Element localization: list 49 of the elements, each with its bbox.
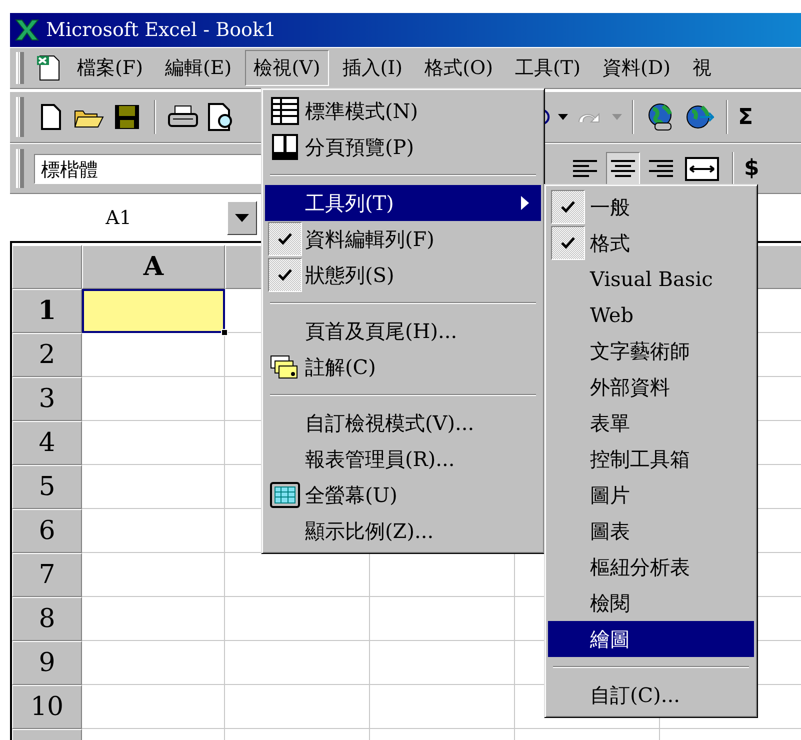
menu-item[interactable]: Visual Basic	[548, 261, 754, 297]
menu-item[interactable]: 格式(O)	[416, 50, 502, 86]
menu-item[interactable]: 編輯(E)	[156, 50, 241, 86]
menu-item[interactable]: 顯示比例(Z)...	[265, 513, 541, 549]
row-header[interactable]: 7	[12, 553, 82, 597]
menu-item[interactable]: 全螢幕(U)	[265, 477, 541, 513]
menu-item[interactable]: 狀態列(S)	[265, 257, 541, 293]
menu-item[interactable]: 工具列(T)	[265, 185, 541, 221]
menu-item[interactable]: 檢視(V)	[244, 50, 330, 86]
menu-item[interactable]: 資料(D)	[594, 50, 680, 86]
menu-item[interactable]: 格式	[548, 225, 754, 261]
row-header[interactable]: 5	[12, 465, 82, 509]
name-box[interactable]: A1	[10, 206, 227, 228]
menu-item[interactable]: 表單	[548, 405, 754, 441]
menu-item[interactable]: 資料編輯列(F)	[265, 221, 541, 257]
font-field[interactable]: 標楷體	[34, 154, 264, 184]
menu-item[interactable]: 視	[684, 50, 721, 86]
row-header[interactable]: 8	[12, 597, 82, 641]
menu-item[interactable]: 工具(T)	[506, 50, 590, 86]
menu-item[interactable]: 一般	[548, 189, 754, 225]
menu-item[interactable]: 圖片	[548, 477, 754, 513]
menu-item[interactable]: 分頁預覽(P)	[265, 129, 541, 165]
menu-item[interactable]: Web	[548, 297, 754, 333]
menu-item[interactable]: 樞紐分析表	[548, 549, 754, 585]
menu-item[interactable]: 繪圖	[548, 621, 754, 657]
menu-item[interactable]: 插入(I)	[333, 50, 412, 86]
row-header[interactable]: 4	[12, 421, 82, 465]
menu-item[interactable]: 控制工具箱	[548, 441, 754, 477]
currency-button[interactable]: $	[744, 156, 760, 181]
row-header[interactable]: 1	[12, 289, 82, 333]
menu-item[interactable]: 檢閱	[548, 585, 754, 621]
row-header[interactable]: 2	[12, 333, 82, 377]
menu-item[interactable]: 報表管理員(R)...	[265, 441, 541, 477]
menu-item[interactable]: 圖表	[548, 513, 754, 549]
row-header[interactable]: 9	[12, 641, 82, 685]
menu-item[interactable]: 文字藝術師	[548, 333, 754, 369]
row-header[interactable]: 10	[12, 685, 82, 729]
menu-item[interactable]: 註解(C)	[265, 349, 541, 385]
menu-item[interactable]: 檔案(F)	[68, 50, 152, 86]
column-header[interactable]: A	[82, 245, 225, 289]
window-title: Microsoft Excel - Book1	[46, 19, 276, 41]
menu-item[interactable]: 外部資料	[548, 369, 754, 405]
menu-item[interactable]: 標準模式(N)	[265, 93, 541, 129]
row-header[interactable]: 3	[12, 377, 82, 421]
row-header[interactable]: 6	[12, 509, 82, 553]
menu-item[interactable]: 自訂(C)...	[548, 677, 754, 713]
menu-item[interactable]: 自訂檢視模式(V)...	[265, 405, 541, 441]
menu-item[interactable]: 頁首及頁尾(H)...	[265, 313, 541, 349]
autosum-button[interactable]: Σ	[738, 104, 754, 130]
